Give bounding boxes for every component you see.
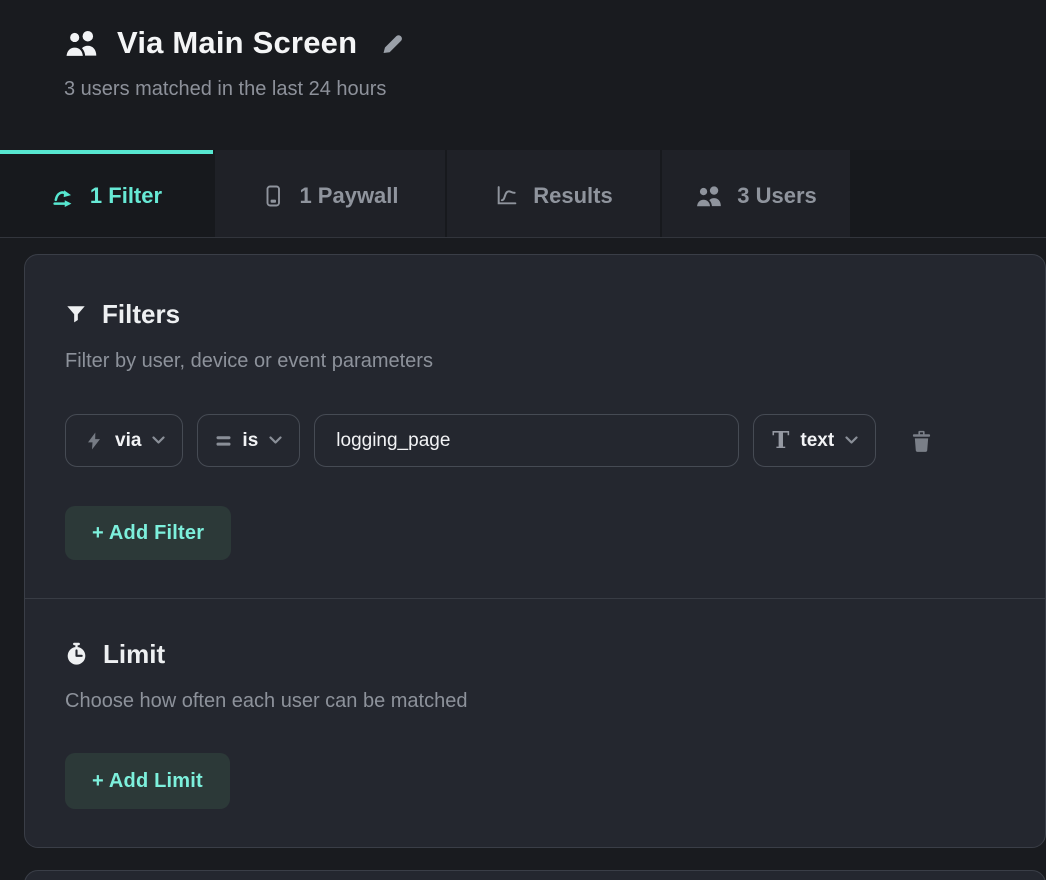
trash-icon xyxy=(909,428,934,454)
chevron-down-icon xyxy=(269,436,282,445)
filter-type-label: text xyxy=(800,430,834,452)
phone-icon xyxy=(261,184,285,208)
chevron-down-icon xyxy=(152,436,165,445)
filter-field-select[interactable]: via xyxy=(65,414,183,467)
audience-settings-card: Filters Filter by user, device or event … xyxy=(24,254,1046,848)
filter-type-select[interactable]: T text xyxy=(753,414,876,467)
add-filter-button[interactable]: + Add Filter xyxy=(65,506,231,560)
delete-filter-button[interactable] xyxy=(909,428,934,454)
filters-title: Filters xyxy=(102,297,180,331)
limit-subtitle: Choose how often each user can be matche… xyxy=(65,689,1005,713)
tab-paywall[interactable]: 1 Paywall xyxy=(215,150,445,237)
equals-icon xyxy=(216,435,231,447)
filter-operator-label: is xyxy=(242,430,258,452)
lightning-icon xyxy=(84,431,104,451)
edit-title-button[interactable] xyxy=(379,30,405,56)
title-row: Via Main Screen xyxy=(64,25,1046,61)
filters-section: Filters Filter by user, device or event … xyxy=(65,297,1005,560)
chevron-down-icon xyxy=(845,436,858,445)
tab-users[interactable]: 3 Users xyxy=(662,150,850,237)
page-title: Via Main Screen xyxy=(117,25,357,61)
filter-value-input[interactable] xyxy=(314,414,739,467)
limit-heading: Limit xyxy=(65,637,1005,671)
filter-arrow-icon xyxy=(51,183,76,208)
text-type-icon: T xyxy=(772,429,789,452)
filters-subtitle: Filter by user, device or event paramete… xyxy=(65,349,1005,373)
tab-filter-label: 1 Filter xyxy=(90,183,162,209)
pencil-icon xyxy=(379,30,405,56)
filter-operator-select[interactable]: is xyxy=(197,414,300,467)
filters-heading: Filters xyxy=(65,297,1005,331)
limit-title: Limit xyxy=(103,637,165,671)
chart-icon xyxy=(494,183,519,208)
add-limit-button[interactable]: + Add Limit xyxy=(65,753,230,809)
tab-users-label: 3 Users xyxy=(737,183,817,209)
audience-screen: Via Main Screen 3 users matched in the l… xyxy=(0,0,1046,880)
users-icon xyxy=(695,184,723,208)
next-section-card xyxy=(24,870,1046,880)
header: Via Main Screen 3 users matched in the l… xyxy=(64,0,1046,101)
limit-section: Limit Choose how often each user can be … xyxy=(65,637,1005,809)
section-divider xyxy=(25,598,1045,599)
stopwatch-icon xyxy=(65,642,88,666)
filter-field-label: via xyxy=(115,430,141,452)
tab-results-label: Results xyxy=(533,183,612,209)
tab-results[interactable]: Results xyxy=(447,150,660,237)
tab-paywall-label: 1 Paywall xyxy=(299,183,398,209)
audience-users-icon xyxy=(64,28,99,58)
funnel-icon xyxy=(65,303,87,325)
tab-bar: 1 Filter 1 Paywall Results xyxy=(0,150,1046,238)
tab-bar-filler xyxy=(852,150,1046,237)
filter-row: via is xyxy=(65,414,1005,467)
header-subtitle: 3 users matched in the last 24 hours xyxy=(64,78,1046,101)
tab-filter[interactable]: 1 Filter xyxy=(0,150,213,237)
